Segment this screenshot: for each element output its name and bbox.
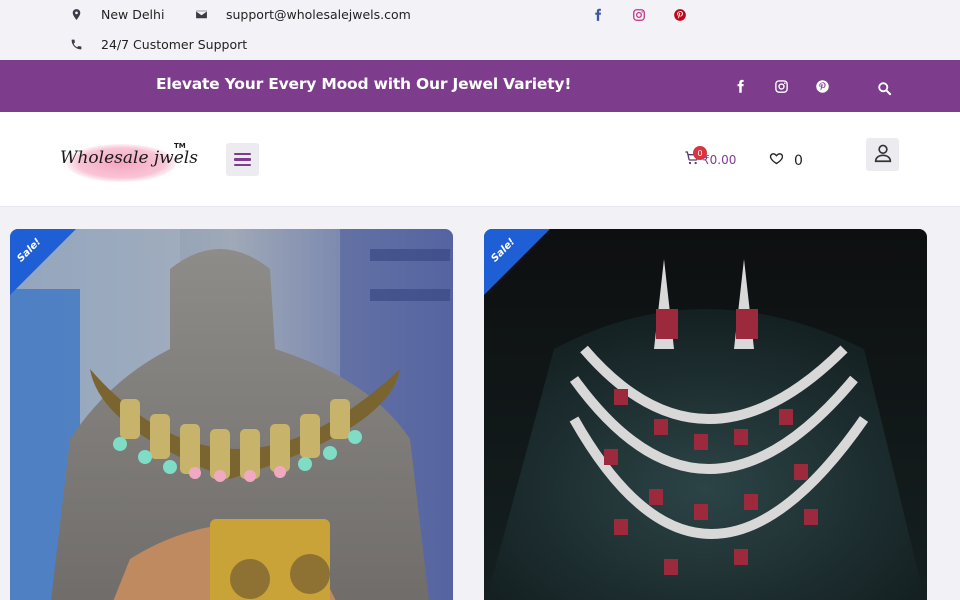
wishlist-button[interactable]: 0 — [769, 151, 803, 170]
heart-icon — [769, 151, 784, 170]
site-logo[interactable]: Wholesale jwels TM — [58, 136, 198, 184]
menu-toggle-button[interactable] — [226, 143, 259, 176]
product-card[interactable]: Sale! — [484, 229, 927, 600]
site-header: Wholesale jwels TM — [0, 112, 960, 207]
sale-badge: Sale! — [484, 229, 554, 299]
pinterest-icon[interactable] — [813, 77, 831, 95]
email-link[interactable]: support@wholesalejwels.com — [226, 7, 411, 22]
promo-banner: Elevate Your Every Mood with Our Jewel V… — [0, 60, 960, 112]
product-card[interactable]: Sale! — [10, 229, 453, 600]
banner-text: Elevate Your Every Mood with Our Jewel V… — [156, 75, 572, 93]
user-icon — [872, 142, 894, 168]
cart-amount: ₹0.00 — [702, 153, 737, 167]
hamburger-icon — [234, 152, 251, 156]
facebook-icon[interactable] — [731, 77, 749, 95]
location-info: New Delhi — [69, 7, 164, 22]
logo-text: Wholesale jwels — [60, 148, 198, 168]
phone-icon — [69, 38, 83, 51]
instagram-icon[interactable] — [772, 77, 790, 95]
cart-button[interactable]: 0 ₹0.00 — [684, 146, 737, 170]
search-icon[interactable] — [875, 79, 893, 97]
account-button[interactable] — [866, 138, 899, 171]
wishlist-count: 0 — [794, 152, 803, 169]
instagram-icon[interactable] — [631, 7, 647, 23]
support-info: 24/7 Customer Support — [69, 37, 247, 52]
pinterest-icon[interactable] — [672, 7, 688, 23]
email-info[interactable]: support@wholesalejwels.com — [194, 7, 411, 22]
support-text: 24/7 Customer Support — [101, 37, 248, 52]
facebook-icon[interactable] — [590, 7, 606, 23]
sale-badge: Sale! — [10, 229, 80, 299]
logo-trademark: TM — [174, 142, 186, 150]
map-pin-icon — [69, 8, 83, 21]
envelope-icon — [194, 8, 208, 21]
cart-count-badge: 0 — [693, 146, 707, 160]
location-text: New Delhi — [101, 7, 165, 22]
